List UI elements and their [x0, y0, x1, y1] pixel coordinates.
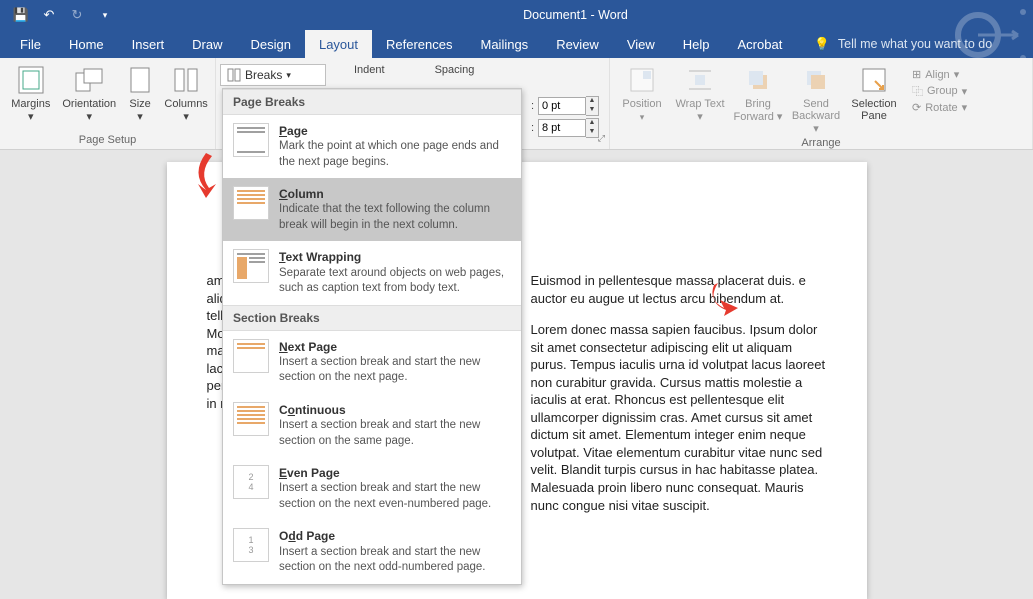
rotate-icon: ⟳ [912, 101, 921, 114]
page-breaks-header: Page Breaks [223, 89, 521, 115]
selection-pane-icon [858, 64, 890, 96]
align-icon: ⊞ [912, 68, 921, 81]
menu-item-page-break[interactable]: PPageageMark the point at which one page… [223, 115, 521, 178]
tab-file[interactable]: File [6, 30, 55, 58]
tab-design[interactable]: Design [237, 30, 305, 58]
save-icon[interactable]: 💾 [8, 2, 34, 28]
bring-forward-button[interactable]: Bring Forward ▾ [732, 62, 784, 123]
margins-button[interactable]: Margins▾ [6, 62, 56, 123]
menu-item-odd-page[interactable]: 13 Odd PageInsert a section break and st… [223, 520, 521, 583]
breaks-dropdown-menu: Page Breaks PPageageMark the point at wh… [222, 88, 522, 585]
tell-me-label: Tell me what you want to do [838, 37, 992, 51]
page-break-icon [233, 123, 269, 157]
menu-item-continuous[interactable]: ContinuousInsert a section break and sta… [223, 394, 521, 457]
text-column-2: Euismod in pellentesque massa placerat d… [531, 272, 827, 569]
orientation-icon [73, 64, 105, 96]
wrap-text-button[interactable]: Wrap Text ▾ [674, 62, 726, 123]
titlebar: 💾 ↶ ↻ ▾ Document1 - Word [0, 0, 1033, 30]
menu-item-next-page[interactable]: Next PageInsert a section break and star… [223, 331, 521, 394]
odd-page-icon: 13 [233, 528, 269, 562]
continuous-icon [233, 402, 269, 436]
spin-up-icon[interactable]: ▲ [586, 119, 598, 128]
spacing-after-input[interactable]: ▲▼ [538, 118, 599, 138]
position-icon [626, 64, 658, 96]
indent-heading: Indent [354, 64, 385, 76]
position-label: Position [622, 98, 661, 110]
send-backward-icon [800, 64, 832, 96]
breaks-dropdown-button[interactable]: Breaks ▾ [220, 64, 326, 86]
quick-access-toolbar: 💾 ↶ ↻ ▾ [0, 2, 118, 28]
tab-help[interactable]: Help [669, 30, 724, 58]
tab-view[interactable]: View [613, 30, 669, 58]
chevron-down-icon: ▾ [286, 70, 291, 81]
breaks-icon [227, 68, 241, 82]
tab-references[interactable]: References [372, 30, 466, 58]
selection-pane-button[interactable]: Selection Pane [848, 62, 900, 122]
group-arrange: Position▾ Wrap Text ▾ Bring Forward ▾ Se… [610, 58, 1033, 149]
size-icon [124, 64, 156, 96]
wrap-text-label: Wrap Text ▾ [674, 98, 726, 123]
breaks-label: Breaks [245, 68, 282, 82]
orientation-button[interactable]: Orientation▾ [62, 62, 117, 123]
margins-label: Margins▾ [11, 98, 50, 123]
ribbon-tabs: File Home Insert Draw Design Layout Refe… [0, 30, 1033, 58]
tab-review[interactable]: Review [542, 30, 613, 58]
next-page-icon [233, 339, 269, 373]
menu-item-text-wrapping[interactable]: Text WrappingSeparate text around object… [223, 241, 521, 304]
arrange-small-commands: ⊞Align ▾ ⿻Group ▾ ⟳Rotate ▾ [912, 62, 967, 114]
page-setup-group-label: Page Setup [6, 132, 209, 149]
lightbulb-icon: 💡 [814, 37, 830, 52]
columns-icon [170, 64, 202, 96]
tell-me-search[interactable]: 💡 Tell me what you want to do [814, 30, 992, 58]
undo-icon[interactable]: ↶ [36, 2, 62, 28]
text-wrapping-icon [233, 249, 269, 283]
rotate-button[interactable]: ⟳Rotate ▾ [912, 101, 967, 114]
column-break-icon [233, 186, 269, 220]
size-button[interactable]: Size▾ [123, 62, 157, 123]
columns-label: Columns▾ [164, 98, 207, 123]
selection-pane-label: Selection Pane [848, 98, 900, 122]
tab-mailings[interactable]: Mailings [467, 30, 543, 58]
size-label: Size▾ [129, 98, 150, 123]
document-title: Document1 - Word [118, 8, 1033, 22]
margins-icon [15, 64, 47, 96]
wrap-text-icon [684, 64, 716, 96]
group-button[interactable]: ⿻Group ▾ [912, 83, 967, 99]
section-breaks-header: Section Breaks [223, 305, 521, 331]
spin-up-icon[interactable]: ▲ [586, 97, 598, 106]
even-page-icon: 24 [233, 465, 269, 499]
position-button[interactable]: Position▾ [616, 62, 668, 123]
menu-item-even-page[interactable]: 24 Even PageInsert a section break and s… [223, 457, 521, 520]
columns-button[interactable]: Columns▾ [163, 62, 209, 123]
orientation-label: Orientation▾ [62, 98, 116, 123]
tab-draw[interactable]: Draw [178, 30, 236, 58]
tab-insert[interactable]: Insert [118, 30, 179, 58]
spin-down-icon[interactable]: ▼ [586, 106, 598, 115]
tab-acrobat[interactable]: Acrobat [724, 30, 797, 58]
qat-customize-icon[interactable]: ▾ [92, 2, 118, 28]
bring-forward-label: Bring Forward ▾ [732, 98, 784, 123]
paragraph-launcher-icon[interactable]: ⤢ [591, 133, 605, 147]
spacing-before-input[interactable]: ▲▼ [538, 96, 599, 116]
group-page-setup: Margins▾ Orientation▾ Size▾ Columns▾ Pag… [0, 58, 216, 149]
send-backward-button[interactable]: Send Backward ▾ [790, 62, 842, 135]
tab-layout[interactable]: Layout [305, 30, 372, 58]
send-backward-label: Send Backward ▾ [790, 98, 842, 135]
redo-icon[interactable]: ↻ [64, 2, 90, 28]
bring-forward-icon [742, 64, 774, 96]
tab-home[interactable]: Home [55, 30, 118, 58]
spacing-heading: Spacing [435, 64, 475, 76]
menu-item-column-break[interactable]: ColumnIndicate that the text following t… [223, 178, 521, 241]
align-button[interactable]: ⊞Align ▾ [912, 68, 967, 81]
group-icon: ⿻ [912, 83, 923, 99]
